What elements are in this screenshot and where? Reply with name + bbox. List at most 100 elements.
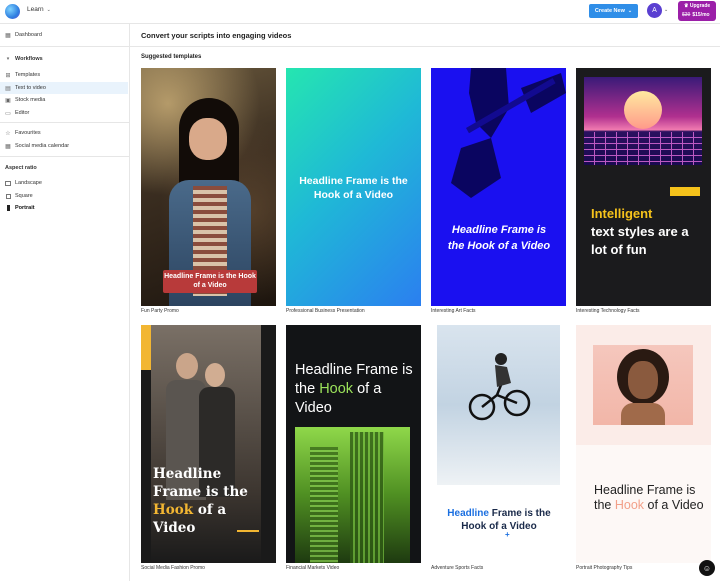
sun-shape [624, 91, 662, 129]
sidebar-item-label: Text to video [15, 85, 46, 91]
template-caption[interactable]: Adventure Sports Facts [431, 565, 483, 571]
sidebar-item-stock-media[interactable]: ▣ Stock media [0, 94, 128, 106]
person-face [189, 118, 227, 160]
sidebar-item-label: Favourites [15, 130, 41, 136]
person-face [628, 361, 658, 399]
sidebar-item-label: Portrait [15, 205, 35, 211]
chat-icon: ☺ [702, 563, 712, 573]
star-icon: ☆ [5, 130, 11, 137]
page-title: Convert your scripts into engaging video… [141, 31, 292, 40]
editor-icon: ▭ [5, 110, 11, 117]
learn-label: Learn [27, 6, 44, 13]
headline-highlight: Hook [319, 381, 354, 397]
template-caption[interactable]: Portrait Photography Tips [576, 565, 632, 571]
sidebar-item-templates[interactable]: ⊞ Templates [0, 69, 128, 81]
template-headline: Headline Frame is the Hook of a Video [153, 465, 273, 537]
sidebar-item-label: Stock media [15, 97, 46, 103]
template-card-fun-party[interactable]: Headline Frame is the Hook of a Video [141, 68, 276, 306]
sidebar-item-favourites[interactable]: ☆ Favourites [0, 127, 128, 139]
sidebar-item-label: Editor [15, 110, 30, 116]
avatar-initial: A [652, 7, 657, 14]
landscape-icon [5, 180, 11, 186]
sidebar-item-label: Landscape [15, 180, 42, 186]
grid-floor [584, 132, 702, 165]
sidebar-item-dashboard[interactable]: ▦ Dashboard [0, 29, 128, 41]
template-headline: Headline Frame is the Hook of a Video [439, 507, 559, 533]
template-headline: Headline Frame is the Hook of a Video [447, 224, 551, 252]
create-new-label: Create New [594, 8, 625, 14]
plus-icon: + [505, 530, 510, 539]
divider [0, 46, 130, 47]
media-icon: ▣ [5, 97, 11, 104]
headline-text: Headline Frame is the [153, 466, 248, 500]
template-card-portrait[interactable]: Headline Frame is the Hook of a Video [576, 325, 711, 563]
headline-highlight: Headline [447, 508, 489, 519]
template-card-fashion[interactable]: Headline Frame is the Hook of a Video [141, 325, 276, 563]
template-card-adventure[interactable]: Headline Frame is the Hook of a Video + [431, 325, 566, 563]
person-shoulders [621, 403, 665, 425]
sidebar-item-social-calendar[interactable]: ▦ Social media calendar [0, 140, 128, 152]
building-shape [350, 432, 384, 563]
divider [130, 46, 720, 47]
aspect-square-option[interactable]: Square [0, 190, 128, 202]
biker-illustration [468, 353, 531, 421]
retro-sun-image [584, 77, 702, 165]
upgrade-button[interactable]: ♛ Upgrade $30 $15/mo [678, 1, 716, 21]
template-caption[interactable]: Interesting Technology Facts [576, 308, 640, 314]
headline-highlight: Hook [614, 498, 645, 512]
statue-illustration [451, 68, 566, 198]
sidebar-section-workflows[interactable]: ▾ Workflows [0, 53, 128, 65]
sidebar-item-text-to-video[interactable]: ▤ Text to video [0, 82, 128, 94]
sky-image [437, 325, 560, 485]
crown-icon: ♛ [684, 3, 689, 9]
accent-bar [670, 187, 700, 196]
headline-highlight: Hook [153, 502, 194, 518]
portrait-icon [5, 205, 11, 211]
square-icon [5, 193, 11, 199]
create-new-button[interactable]: Create New ⌄ [589, 4, 638, 18]
sidebar-item-editor[interactable]: ▭ Editor [0, 107, 128, 119]
learn-menu[interactable]: Learn ⌄ [27, 6, 51, 13]
sidebar-item-label: Dashboard [15, 32, 42, 38]
template-card-financial[interactable]: Headline Frame is the Hook of a Video [286, 325, 421, 563]
buildings-image [295, 427, 410, 563]
sidebar-item-label: Templates [15, 72, 41, 78]
chat-help-button[interactable]: ☺ [699, 560, 715, 576]
calendar-icon: ▦ [5, 143, 11, 150]
caret-down-icon: ▾ [6, 56, 10, 62]
sidebar-item-label: Social media calendar [15, 143, 70, 149]
template-caption[interactable]: Social Media Fashion Promo [141, 565, 205, 571]
old-price: $30 [682, 12, 691, 18]
new-price: $15/mo [692, 12, 710, 18]
person-face [205, 363, 225, 387]
sidebar-item-label: Square [15, 193, 33, 199]
avatar[interactable]: A [647, 3, 662, 18]
person-face [176, 353, 198, 379]
template-headline: Headline Frame is the Hook of a Video [594, 483, 706, 513]
template-caption[interactable]: Interesting Art Facts [431, 308, 475, 314]
grid-icon: ▦ [5, 32, 11, 39]
text-icon: ▤ [5, 85, 11, 92]
sidebar: ▦ Dashboard ▾ Workflows ⊞ Templates ▤ Text t… [0, 24, 130, 581]
aspect-ratio-heading: Aspect ratio [5, 165, 37, 171]
accent-line [237, 530, 259, 532]
chevron-down-icon: ⌄ [627, 8, 633, 14]
template-caption[interactable]: Professional Business Presentation [286, 308, 365, 314]
template-headline: Intelligent text styles are a lot of fun [591, 205, 703, 259]
template-headline: Headline Frame is the Hook of a Video [295, 361, 415, 418]
template-card-business[interactable]: Headline Frame is the Hook of a Video [286, 68, 421, 306]
template-card-technology[interactable]: Intelligent text styles are a lot of fun [576, 68, 711, 306]
building-shape [310, 447, 338, 563]
template-headline: Headline Frame is the Hook of a Video [299, 175, 408, 201]
template-caption[interactable]: Financial Markets Video [286, 565, 339, 571]
template-caption[interactable]: Fun Party Promo [141, 308, 179, 314]
headline-text: of a Video [644, 498, 704, 512]
aspect-landscape-option[interactable]: Landscape [0, 177, 128, 189]
aspect-portrait-option[interactable]: Portrait [0, 202, 128, 214]
chevron-down-icon[interactable]: ⌄ [664, 7, 668, 13]
template-card-art[interactable]: Headline Frame is the Hook of a Video [431, 68, 566, 306]
app-logo[interactable] [5, 4, 20, 19]
chevron-down-icon: ⌄ [46, 7, 51, 13]
portrait-photo [593, 345, 693, 425]
divider [0, 122, 130, 123]
